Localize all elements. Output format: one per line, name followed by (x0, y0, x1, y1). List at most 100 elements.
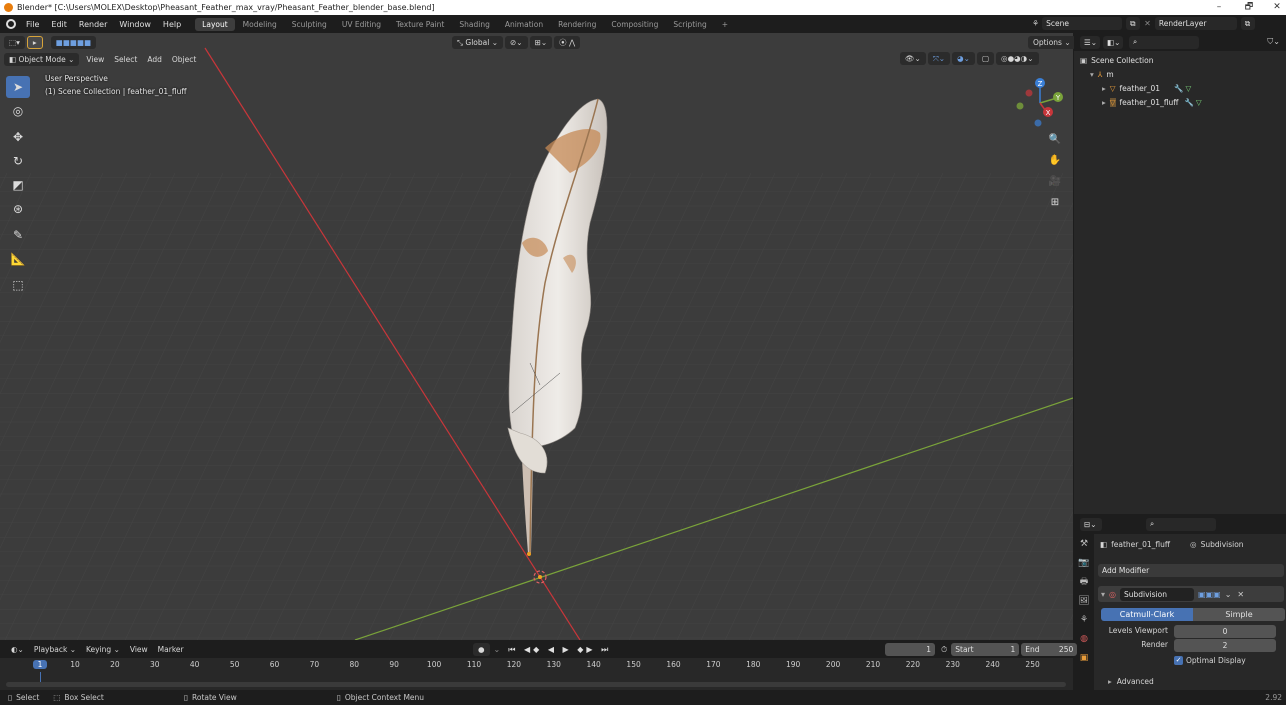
proportional-edit-icon[interactable]: ⦿ ⋀ (554, 36, 581, 49)
menu-playback[interactable]: Playback ⌄ (29, 645, 81, 654)
menu-file[interactable]: File (20, 20, 45, 29)
xray-icon[interactable]: ▢ (976, 52, 995, 65)
expand-icon[interactable]: ▾ (1090, 70, 1094, 79)
render-layer-selector[interactable]: RenderLayer (1154, 17, 1237, 30)
outliner-collection-m[interactable]: ▾ ⅄ m (1080, 67, 1286, 81)
unlink-scene-icon[interactable]: ✕ (1144, 19, 1151, 28)
menu-keying[interactable]: Keying ⌄ (81, 645, 125, 654)
filter-icon[interactable]: ⛉⌄ (1267, 37, 1280, 47)
tab-texture-paint[interactable]: Texture Paint (389, 18, 451, 31)
display-mode-icon[interactable]: ◧⌄ (1103, 35, 1123, 49)
tab-layout[interactable]: Layout (195, 17, 235, 31)
scene-selector[interactable]: Scene (1042, 17, 1123, 30)
tab-shading[interactable]: Shading (452, 18, 496, 31)
zoom-icon[interactable]: 🔍 (1046, 130, 1064, 148)
outliner-search-input[interactable]: ⌕ (1129, 35, 1199, 49)
options-dropdown[interactable]: Options ⌄ (1028, 36, 1076, 49)
properties-search-input[interactable]: ⌕ (1146, 517, 1216, 531)
menu-window[interactable]: Window (113, 20, 157, 29)
menu-select[interactable]: Select (109, 55, 142, 64)
keying-set-icon[interactable]: ⌄ (494, 645, 501, 654)
outliner-scene-collection[interactable]: ▣ Scene Collection (1080, 53, 1286, 67)
outliner-item-feather-01[interactable]: ▸ ▽ feather_01 🔧 ▽ (1080, 81, 1286, 95)
transport-buttons[interactable]: ⏮ ◀◆ ◀ ▶ ◆▶ ⏭ (508, 645, 611, 655)
scene-tab-icon[interactable]: ⚘ (1074, 610, 1094, 629)
dropdown-icon[interactable]: ⌄ (1225, 590, 1232, 599)
outliner-editor-type-icon[interactable]: ☰⌄ (1080, 35, 1100, 49)
annotate-tool-icon[interactable]: ✎ (6, 224, 30, 246)
mode-dropdown[interactable]: ◧ Object Mode ⌄ (4, 52, 80, 66)
menu-marker[interactable]: Marker (153, 645, 189, 654)
tab-sculpting[interactable]: Sculpting (285, 18, 334, 31)
expand-icon[interactable]: ▸ (1102, 98, 1106, 107)
menu-object[interactable]: Object (167, 55, 201, 64)
menu-add[interactable]: Add (142, 55, 167, 64)
optimal-display-checkbox[interactable]: ✓ (1174, 656, 1183, 665)
rotate-tool-icon[interactable]: ↻ (6, 150, 30, 172)
advanced-section[interactable]: ▸ Advanced (1108, 677, 1154, 686)
render-tab-icon[interactable]: 📷 (1074, 553, 1094, 572)
restore-button[interactable]: 🗗 (1234, 0, 1264, 15)
view-layer-tab-icon[interactable]: 🖼 (1074, 591, 1094, 610)
add-cube-tool-icon[interactable]: ⬚ (6, 274, 30, 296)
visibility-icon[interactable]: 👁⌄ (900, 52, 926, 65)
blender-menu-icon[interactable] (6, 19, 16, 29)
scale-tool-icon[interactable]: ◩ (6, 174, 30, 196)
menu-render[interactable]: Render (73, 20, 113, 29)
tab-rendering[interactable]: Rendering (551, 18, 603, 31)
add-modifier-button[interactable]: Add Modifier (1098, 564, 1284, 577)
tab-modeling[interactable]: Modeling (236, 18, 284, 31)
scene-icon[interactable]: ⚘ (1032, 19, 1039, 28)
select-mode-icons[interactable]: ■■■■■ (50, 35, 97, 49)
add-workspace-button[interactable]: + (715, 18, 735, 31)
camera-view-icon[interactable]: 🎥 (1046, 172, 1064, 190)
timeline-scrollbar[interactable] (6, 682, 1066, 687)
select-tool-icon[interactable]: ▸ (26, 35, 43, 49)
properties-editor-type-icon[interactable]: ⊟⌄ (1080, 517, 1102, 531)
tab-compositing[interactable]: Compositing (604, 18, 665, 31)
expand-icon[interactable]: ▸ (1102, 84, 1106, 93)
record-icon[interactable]: ● (473, 643, 490, 656)
tab-scripting[interactable]: Scripting (666, 18, 713, 31)
start-frame-field[interactable]: Start 1 (951, 643, 1020, 656)
levels-viewport-field[interactable]: 0 (1174, 625, 1276, 638)
shading-modes-icons[interactable]: ◎●◕◑⌄ (996, 52, 1039, 65)
3d-viewport[interactable] (0, 33, 1073, 640)
simple-button[interactable]: Simple (1193, 608, 1285, 621)
output-tab-icon[interactable]: 🖶 (1074, 572, 1094, 591)
new-scene-icon[interactable]: ⧉ (1126, 17, 1141, 30)
tab-animation[interactable]: Animation (498, 18, 550, 31)
navigation-gizmo[interactable]: Z Y X (1013, 76, 1067, 130)
menu-edit[interactable]: Edit (45, 20, 73, 29)
tool-tab-icon[interactable]: ⚒ (1074, 534, 1094, 553)
close-button[interactable]: ✕ (1262, 0, 1286, 15)
snap-icon[interactable]: ⊞⌄ (529, 36, 553, 49)
pivot-point-icon[interactable]: ⊘⌄ (505, 36, 528, 49)
timeline-ruler[interactable]: 1 10 20 30 40 50 60 70 80 90 100 110 120 130 140 150 160… (0, 658, 1073, 684)
new-view-layer-icon[interactable]: ⧉ (1240, 17, 1255, 30)
modifier-name-field[interactable]: Subdivision (1120, 587, 1194, 601)
modifier-visibility-icons[interactable]: ▣▣▣ (1198, 590, 1221, 599)
catmull-clark-button[interactable]: Catmull-Clark (1101, 608, 1193, 621)
pan-hand-icon[interactable]: ✋ (1046, 151, 1064, 169)
gizmo-toggle-icon[interactable]: ⤧⌄ (927, 52, 951, 65)
perspective-toggle-icon[interactable]: ⊞ (1046, 193, 1064, 211)
render-levels-field[interactable]: 2 (1174, 639, 1276, 652)
timeline-editor-type-icon[interactable]: ◐⌄ (6, 645, 29, 654)
transform-orientation-dropdown[interactable]: ⤡ Global ⌄ (452, 36, 503, 49)
remove-modifier-icon[interactable]: ✕ (1237, 590, 1244, 599)
collapse-icon[interactable]: ▾ (1101, 590, 1105, 599)
menu-view[interactable]: View (81, 55, 109, 64)
editor-type-button[interactable]: ⬚▾ (4, 35, 25, 49)
cursor-tool-icon[interactable]: ◎ (6, 100, 30, 122)
menu-view[interactable]: View (125, 645, 153, 654)
minimize-button[interactable]: – (1204, 0, 1234, 15)
transform-tool-icon[interactable]: ⊛ (6, 198, 30, 220)
measure-tool-icon[interactable]: 📐 (6, 248, 30, 270)
current-frame-field[interactable]: 1 (885, 643, 935, 656)
overlay-toggle-icon[interactable]: ◕⌄ (952, 52, 975, 65)
select-box-tool-icon[interactable]: ➤ (6, 76, 30, 98)
menu-help[interactable]: Help (157, 20, 187, 29)
move-tool-icon[interactable]: ✥ (6, 126, 30, 148)
tab-uv-editing[interactable]: UV Editing (335, 18, 388, 31)
